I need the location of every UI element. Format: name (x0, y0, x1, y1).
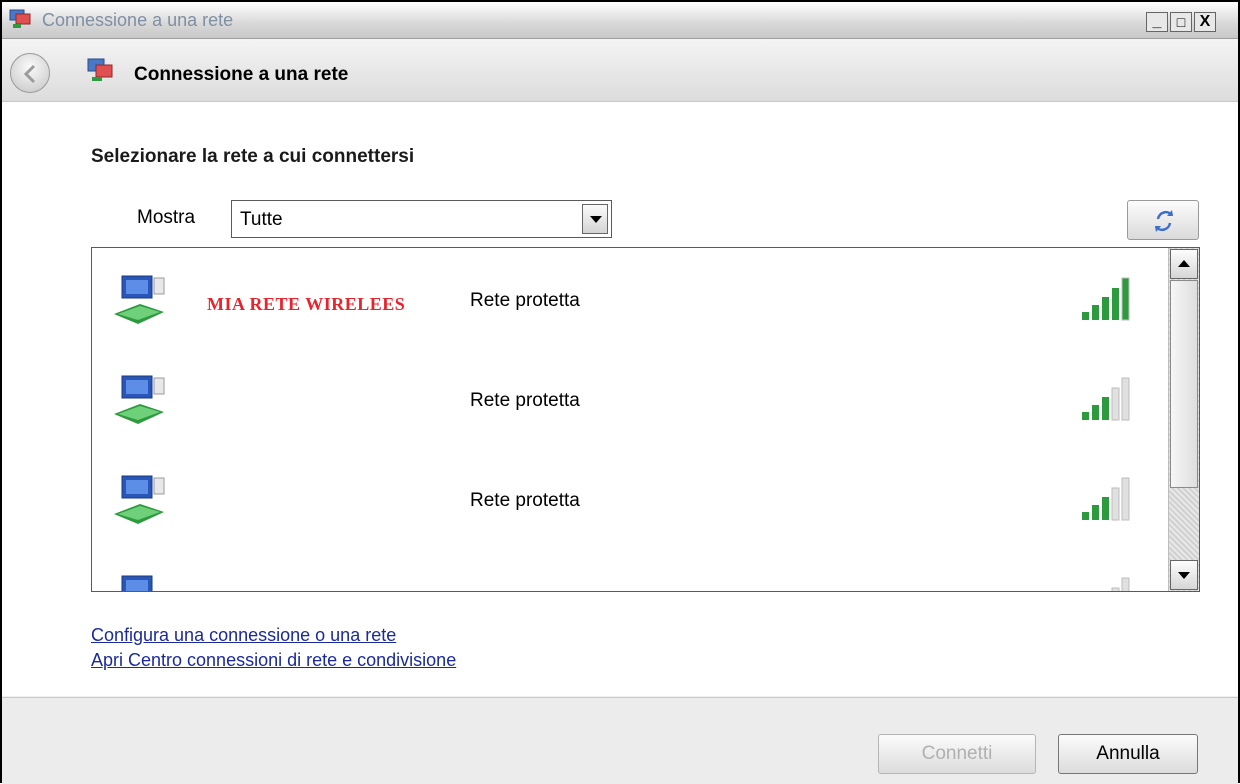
back-arrow-icon (23, 64, 36, 84)
network-item[interactable]: MIA RETE WIRELEES Rete protetta (92, 248, 1166, 348)
refresh-icon (1155, 210, 1173, 232)
network-app-icon (9, 9, 31, 28)
main-content: Selezionare la rete a cui connettersi Mo… (2, 102, 1238, 696)
refresh-button[interactable] (1127, 200, 1199, 240)
wireless-network-icon (114, 375, 165, 424)
window-title: Connessione a una rete (42, 10, 234, 30)
network-icon (87, 58, 113, 81)
scroll-up-button[interactable] (1170, 249, 1198, 279)
page-title: Connessione a una rete (134, 64, 349, 85)
wireless-network-icon (121, 575, 153, 591)
signal-strength-icon (1111, 577, 1130, 591)
wireless-network-icon (114, 475, 165, 524)
navigation-bar: Connessione a una rete (2, 39, 1238, 102)
network-item[interactable]: Rete protetta (92, 348, 1166, 448)
dialog-footer: Connetti Annulla (2, 697, 1238, 784)
minimize-button[interactable]: _ (1146, 12, 1168, 32)
signal-strength-icon (1082, 277, 1130, 321)
scroll-down-button[interactable] (1170, 560, 1198, 590)
cancel-button[interactable]: Annulla (1058, 734, 1198, 774)
dropdown-arrow-button[interactable] (582, 204, 608, 234)
network-status: Rete protetta (470, 490, 580, 511)
network-list-scrollbar[interactable] (1168, 248, 1199, 591)
network-item[interactable] (92, 548, 1166, 591)
signal-strength-icon (1082, 377, 1130, 421)
title-bar[interactable]: Connessione a una rete _ □ X (2, 2, 1238, 39)
scroll-thumb[interactable] (1170, 280, 1198, 488)
setup-connection-link[interactable]: Configura una connessione o una rete (91, 625, 396, 646)
signal-strength-icon (1082, 477, 1130, 521)
connect-button[interactable]: Connetti (878, 734, 1036, 774)
network-name: MIA RETE WIRELEES (207, 294, 406, 314)
show-filter-dropdown[interactable]: Tutte (231, 200, 612, 238)
show-filter-value: Tutte (240, 209, 283, 230)
section-heading: Selezionare la rete a cui connettersi (91, 146, 415, 167)
network-item[interactable]: Rete protetta (92, 448, 1166, 548)
connect-to-network-window: Connessione a una rete _ □ X Connessione… (0, 0, 1240, 784)
close-button[interactable]: X (1194, 12, 1216, 32)
wireless-network-icon (114, 275, 165, 324)
maximize-button[interactable]: □ (1170, 12, 1192, 32)
network-status: Rete protetta (470, 390, 580, 411)
network-status: Rete protetta (470, 290, 580, 311)
network-sharing-center-link[interactable]: Apri Centro connessioni di rete e condiv… (91, 650, 456, 671)
show-filter-label: Mostra (137, 207, 196, 228)
network-list[interactable]: MIA RETE WIRELEES Rete protetta Rete pro… (91, 247, 1200, 592)
back-button[interactable] (10, 53, 50, 93)
